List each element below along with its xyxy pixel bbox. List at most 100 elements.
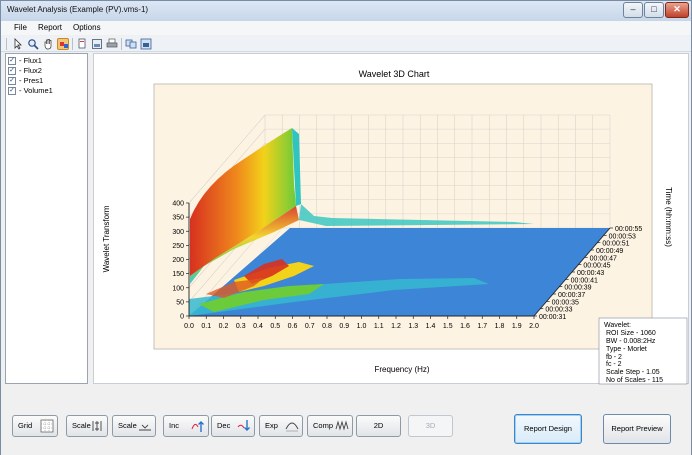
x-axis-label: Frequency (Hz) (374, 365, 429, 374)
menu-report[interactable]: Report (38, 23, 62, 32)
scale-y-button[interactable]: Scale (66, 415, 108, 437)
window-title: Wavelet Analysis (Example (PV).vms-1) (7, 5, 149, 14)
x-tick-label: 0.4 (253, 323, 263, 330)
checkbox-volume1[interactable]: ✓ (8, 87, 16, 95)
compress-button[interactable]: Comp (307, 415, 353, 437)
x-tick-label: 0.5 (270, 323, 280, 330)
menu-file[interactable]: File (14, 23, 27, 32)
z-tick-label: 00:00:45 (583, 263, 610, 270)
chart-title: Wavelet 3D Chart (359, 69, 430, 79)
tree-item-flux2[interactable]: ✓ - Flux2 (8, 66, 88, 76)
info-line: BW - 0.008:2Hz (606, 338, 656, 345)
wavelet-info-box: Wavelet: ROI Size - 1060 BW - 0.008:2Hz … (598, 317, 688, 385)
z-tick-label: 00:00:53 (609, 233, 636, 240)
maximize-button[interactable]: □ (644, 2, 664, 18)
z-tick-label: 00:00:39 (564, 285, 591, 292)
compress-button-label: Comp (313, 421, 334, 430)
scale-y-icon (92, 421, 102, 431)
info-line: fb - 2 (606, 354, 622, 361)
pointer-icon[interactable] (12, 38, 24, 50)
z-tick-label: 00:00:33 (545, 307, 572, 314)
x-tick-label: 0.9 (339, 323, 349, 330)
grid-button-label: Grid (18, 421, 33, 430)
z-tick-label: 00:00:41 (571, 277, 598, 284)
checkbox-flux1[interactable]: ✓ (8, 57, 16, 65)
info-line: Wavelet: (604, 322, 631, 329)
app-window: Wavelet Analysis (Example (PV).vms-1) – … (0, 0, 692, 455)
y-tick-label: 250 (172, 243, 184, 250)
checkbox-flux2[interactable]: ✓ (8, 67, 16, 75)
z-tick-label: 00:00:51 (602, 241, 629, 248)
wavelet-3d-chart[interactable]: Wavelet 3D Chart 0.0 0.1 0.2 0.3 0.4 0.5 0.6 0.… (94, 54, 690, 385)
x-tick-label: 1.9 (512, 323, 522, 330)
scale-x-button-label: Scale (118, 421, 137, 430)
minimize-button[interactable]: – (623, 2, 643, 18)
y-tick-label: 150 (172, 271, 184, 278)
expand-icon (285, 422, 299, 432)
expand-button[interactable]: Exp (259, 415, 303, 437)
x-tick-label: 1.6 (460, 323, 470, 330)
export-icon[interactable] (140, 38, 152, 50)
decrease-button-label: Dec (217, 421, 231, 430)
pan-icon[interactable] (42, 38, 54, 50)
scale-x-icon (139, 424, 151, 431)
tree-item-label: - Flux2 (19, 66, 42, 75)
x-tick-label: 1.8 (495, 323, 505, 330)
z-tick-label: 00:00:35 (552, 299, 579, 306)
increase-button[interactable]: Inc (163, 415, 209, 437)
decrease-icon (237, 420, 250, 431)
menu-bar: File Report Options (1, 21, 691, 35)
x-tick-label: 0.1 (201, 323, 211, 330)
x-tick-label: 0.8 (322, 323, 332, 330)
tree-item-pres1[interactable]: ✓ - Pres1 (8, 76, 88, 86)
x-tick-label: 1.1 (374, 323, 384, 330)
y-axis-label: Wavelet Transform (102, 205, 111, 272)
y-tick-label: 50 (176, 299, 184, 306)
expand-button-label: Exp (265, 421, 278, 430)
x-tick-label: 0.0 (184, 323, 194, 330)
report-design-button[interactable]: Report Design (514, 414, 582, 444)
y-tick-label: 100 (172, 285, 184, 292)
tree-item-label: - Flux1 (19, 56, 42, 65)
z-tick-label: 00:00:47 (590, 255, 617, 262)
x-tick-label: 0.3 (236, 323, 246, 330)
color-palette-icon[interactable] (57, 38, 69, 50)
report-preview-button[interactable]: Report Preview (603, 414, 671, 444)
increase-button-label: Inc (169, 421, 180, 430)
scale-x-button[interactable]: Scale (112, 415, 156, 437)
y-tick-label: 350 (172, 215, 184, 222)
info-line: Scale Step - 1.05 (606, 369, 660, 376)
menu-options[interactable]: Options (73, 23, 101, 32)
close-button[interactable]: ✕ (665, 2, 689, 18)
x-tick-label: 0.2 (219, 323, 229, 330)
increase-icon (191, 421, 204, 432)
view-3d-button[interactable]: 3D (408, 415, 453, 437)
title-bar[interactable]: Wavelet Analysis (Example (PV).vms-1) – … (1, 1, 691, 21)
checkbox-pres1[interactable]: ✓ (8, 77, 16, 85)
z-axis-label: Time (hh:mm:ss) (664, 187, 673, 247)
chart-panel[interactable]: Wavelet 3D Chart 0.0 0.1 0.2 0.3 0.4 0.5 0.6 0.… (93, 53, 690, 385)
view-2d-button[interactable]: 2D (356, 415, 401, 437)
z-tick-label: 00:00:37 (558, 292, 585, 299)
copy-icon[interactable] (76, 38, 88, 50)
zoom-icon[interactable] (27, 38, 39, 50)
print-icon[interactable] (106, 38, 118, 50)
tree-item-flux1[interactable]: ✓ - Flux1 (8, 56, 88, 66)
bottom-toolbar: Grid Scale Scale Inc Dec Exp Comp 2D 3D (1, 391, 691, 455)
toolbar-grip (6, 38, 7, 50)
decrease-button[interactable]: Dec (211, 415, 255, 437)
copy-data-icon[interactable] (125, 38, 137, 50)
save-image-icon[interactable] (91, 38, 103, 50)
x-tick-label: 0.6 (288, 323, 298, 330)
x-tick-label: 1.5 (443, 323, 453, 330)
toolbar (1, 36, 691, 52)
z-tick-label: 00:00:31 (539, 314, 566, 321)
compress-icon (335, 420, 349, 431)
z-tick-label: 00:00:55 (615, 226, 642, 233)
x-tick-label: 2.0 (529, 323, 539, 330)
info-line: No of Scales - 115 (606, 377, 663, 384)
grid-button[interactable]: Grid (12, 415, 58, 437)
x-tick-label: 0.7 (305, 323, 315, 330)
scale-y-button-label: Scale (72, 421, 91, 430)
tree-item-volume1[interactable]: ✓ - Volume1 (8, 86, 88, 96)
